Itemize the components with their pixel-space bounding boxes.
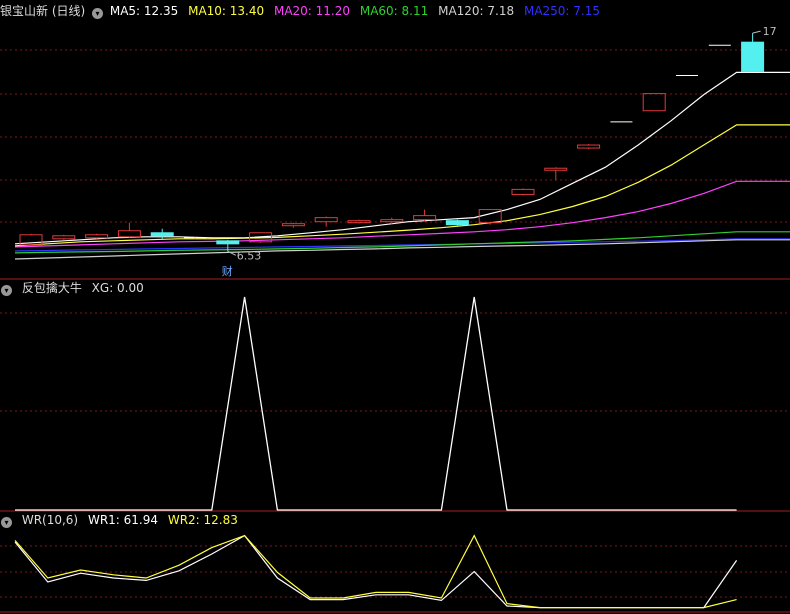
ma5-label: MA5: 12.35 <box>109 4 179 18</box>
ma250-label: MA250: 7.15 <box>523 4 601 18</box>
ma120-label: MA120: 7.18 <box>438 4 515 18</box>
chevron-down-icon[interactable]: ▾ <box>1 285 12 296</box>
candle <box>281 222 305 228</box>
candle <box>52 234 76 240</box>
high-price-marker: 17 <box>763 25 777 38</box>
candle <box>577 144 601 150</box>
candle-body <box>544 167 568 171</box>
chevron-down-icon[interactable]: ▾ <box>1 517 12 528</box>
ma20-label: MA20: 11.20 <box>273 4 351 18</box>
candle <box>642 93 666 112</box>
candle <box>117 222 141 238</box>
candle-body <box>445 220 469 226</box>
candle-body <box>741 41 765 72</box>
candle-body <box>85 234 109 239</box>
wr1-label: WR1: 61.94 <box>87 513 159 527</box>
candle-body <box>216 240 240 245</box>
signal-title[interactable]: 反包擒大牛 <box>22 281 82 295</box>
candle <box>511 188 535 196</box>
candle-body <box>511 188 535 195</box>
candle <box>85 233 109 239</box>
signal-panel-header: ▾ 反包擒大牛 XG: 0.00 <box>0 280 150 296</box>
ma-line-ma10 <box>14 124 790 247</box>
xg-signal-line <box>15 296 737 511</box>
price-panel-header: 银宝山新 (日线) ▾ MA5: 12.35 MA10: 13.40 MA20:… <box>0 3 606 19</box>
candle <box>413 209 437 222</box>
xg-label: XG: 0.00 <box>91 281 144 295</box>
stock-title[interactable]: 银宝山新 (日线) <box>0 4 85 18</box>
low-price-marker: 6.53 <box>237 249 261 262</box>
candle <box>544 167 568 181</box>
candle-body <box>413 215 437 221</box>
ma-line-ma5 <box>14 71 790 245</box>
wr-panel-header: ▾ WR(10,6) WR1: 61.94 WR2: 12.83 <box>0 512 244 528</box>
event-badge: 财 <box>222 264 233 278</box>
candle-body <box>117 230 141 238</box>
candle <box>741 33 765 72</box>
candle <box>445 219 469 226</box>
candle <box>380 217 404 225</box>
candle-body <box>577 144 601 149</box>
wr-title[interactable]: WR(10,6) <box>22 513 78 527</box>
candle-body <box>281 223 305 227</box>
ma10-label: MA10: 13.40 <box>188 4 265 18</box>
candle <box>314 216 338 227</box>
ma60-label: MA60: 8.11 <box>359 4 429 18</box>
candle-body <box>314 217 338 223</box>
candle-body <box>52 235 76 240</box>
candle-body <box>642 93 666 112</box>
wr2-label: WR2: 12.83 <box>167 513 238 527</box>
candle-body <box>380 219 404 223</box>
chevron-down-icon[interactable]: ▾ <box>92 8 104 19</box>
candle-body <box>150 232 174 237</box>
high-marker-line <box>752 30 761 34</box>
